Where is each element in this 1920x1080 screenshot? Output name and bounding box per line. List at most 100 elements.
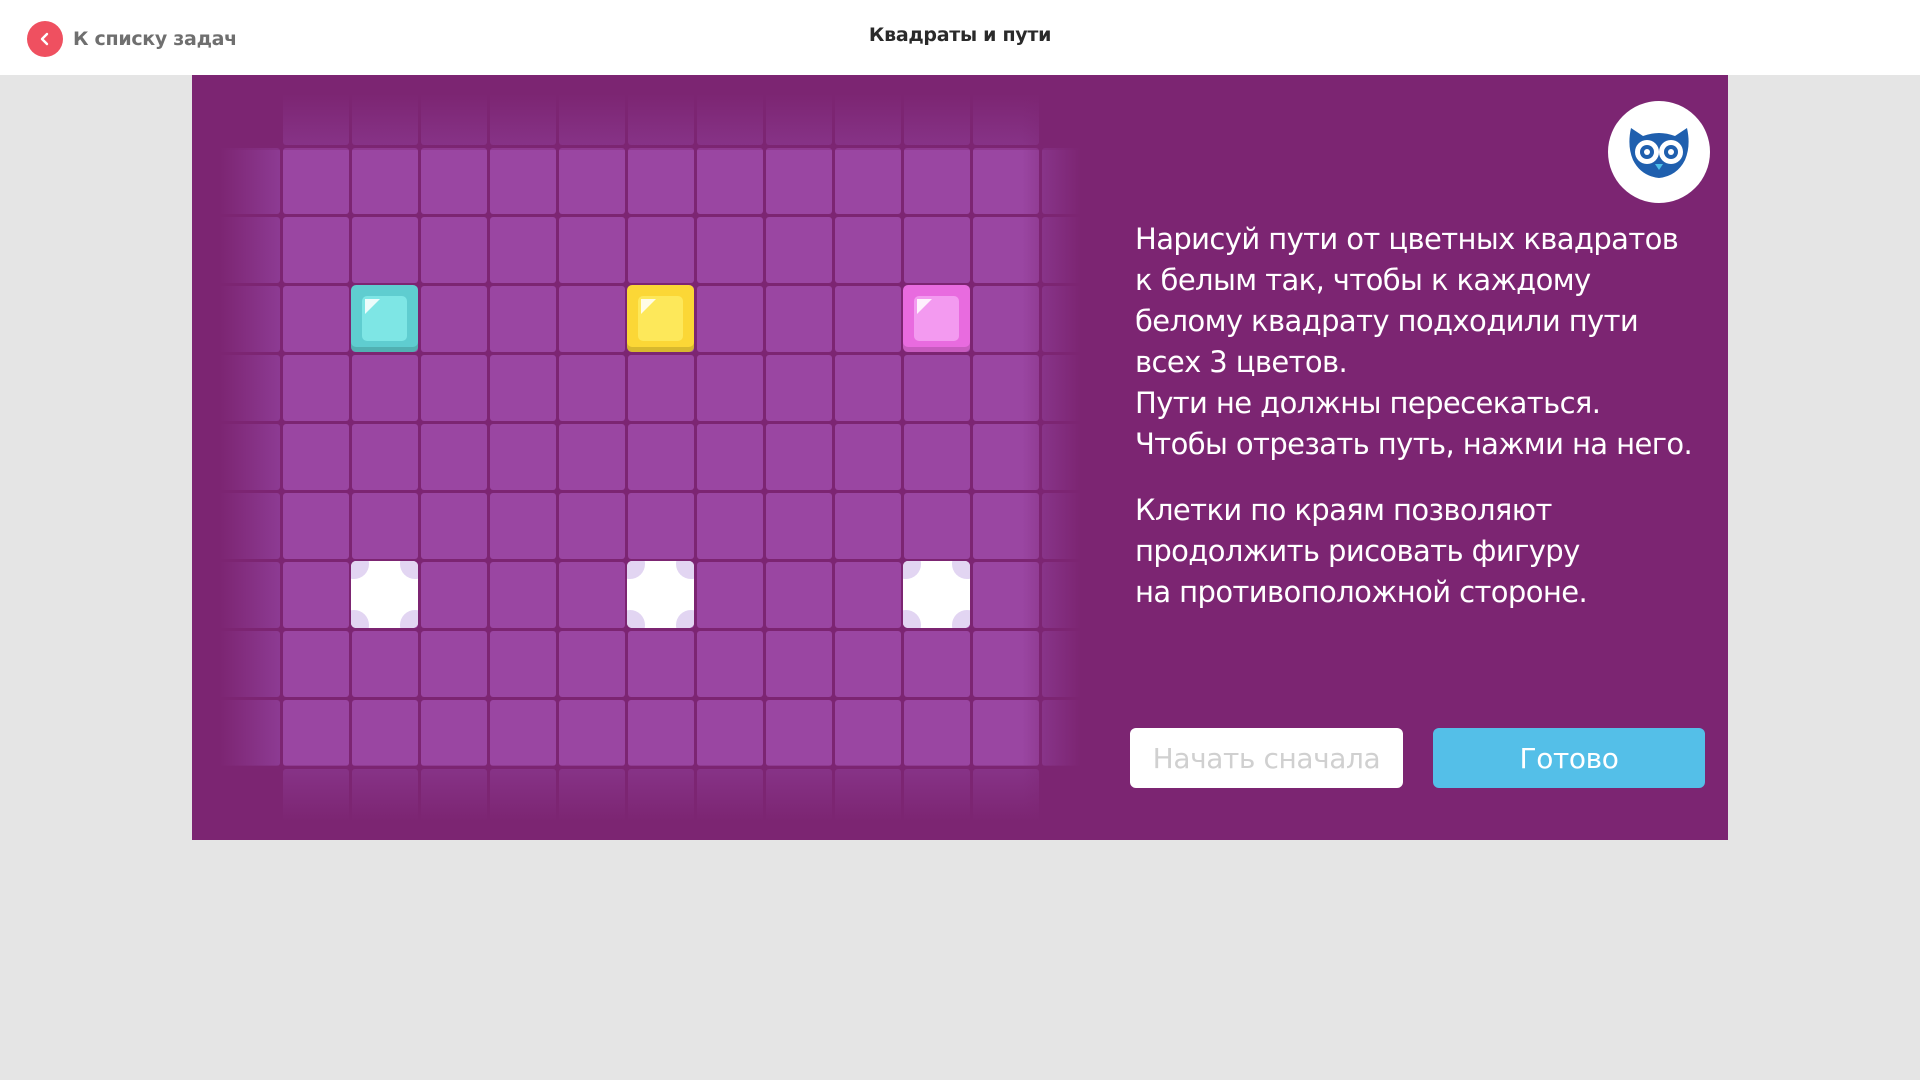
grid-cell[interactable] xyxy=(835,493,901,559)
grid-cell[interactable] xyxy=(697,286,763,352)
grid-cell[interactable] xyxy=(973,148,1039,214)
target-square-white[interactable] xyxy=(627,561,694,628)
grid-cell[interactable] xyxy=(973,217,1039,283)
grid-cell[interactable] xyxy=(835,148,901,214)
grid-cell[interactable] xyxy=(973,700,1039,766)
grid-cell[interactable] xyxy=(766,217,832,283)
grid-cell[interactable] xyxy=(628,217,694,283)
grid-cell[interactable] xyxy=(352,700,418,766)
grid-cell[interactable] xyxy=(973,424,1039,490)
grid-cell[interactable] xyxy=(697,424,763,490)
grid-cell[interactable] xyxy=(559,424,625,490)
grid-cell[interactable] xyxy=(973,493,1039,559)
grid-cell[interactable] xyxy=(283,700,349,766)
grid-cell[interactable] xyxy=(766,355,832,421)
grid-cell[interactable] xyxy=(697,355,763,421)
grid-cell[interactable] xyxy=(559,148,625,214)
grid-cell[interactable] xyxy=(421,700,487,766)
grid-cell[interactable] xyxy=(766,493,832,559)
grid-cell[interactable] xyxy=(283,148,349,214)
grid-cell[interactable] xyxy=(973,355,1039,421)
grid-cell[interactable] xyxy=(766,424,832,490)
grid-cell[interactable] xyxy=(352,631,418,697)
grid-cell[interactable] xyxy=(352,148,418,214)
grid-cell[interactable] xyxy=(490,148,556,214)
grid-cell[interactable] xyxy=(766,148,832,214)
grid-cell[interactable] xyxy=(490,700,556,766)
grid-cell[interactable] xyxy=(283,424,349,490)
grid-cell[interactable] xyxy=(490,286,556,352)
grid-cell[interactable] xyxy=(490,493,556,559)
grid-cell[interactable] xyxy=(490,631,556,697)
grid-cell[interactable] xyxy=(421,148,487,214)
grid-cell[interactable] xyxy=(283,355,349,421)
grid-cell[interactable] xyxy=(628,148,694,214)
grid-cell[interactable] xyxy=(766,562,832,628)
target-square-white[interactable] xyxy=(351,561,418,628)
restart-button[interactable]: Начать сначала xyxy=(1130,728,1403,788)
grid-cell[interactable] xyxy=(904,148,970,214)
grid-cell[interactable] xyxy=(904,217,970,283)
grid-cell[interactable] xyxy=(421,286,487,352)
source-square-cyan[interactable] xyxy=(351,285,418,352)
grid-cell[interactable] xyxy=(697,631,763,697)
grid-cell[interactable] xyxy=(904,700,970,766)
grid-cell[interactable] xyxy=(490,424,556,490)
grid-cell[interactable] xyxy=(490,355,556,421)
grid-cell[interactable] xyxy=(628,493,694,559)
grid-cell[interactable] xyxy=(697,493,763,559)
grid-cell[interactable] xyxy=(766,286,832,352)
grid-cell[interactable] xyxy=(283,286,349,352)
grid-cell[interactable] xyxy=(628,424,694,490)
grid-cell[interactable] xyxy=(904,355,970,421)
grid-cell[interactable] xyxy=(697,562,763,628)
grid-cell[interactable] xyxy=(490,562,556,628)
grid-cell[interactable] xyxy=(973,286,1039,352)
grid-cell[interactable] xyxy=(559,286,625,352)
grid-cell[interactable] xyxy=(835,700,901,766)
grid-cell[interactable] xyxy=(904,493,970,559)
grid-cell[interactable] xyxy=(559,217,625,283)
grid-cell[interactable] xyxy=(421,562,487,628)
grid-cell[interactable] xyxy=(835,424,901,490)
grid-cell[interactable] xyxy=(421,217,487,283)
grid-cell[interactable] xyxy=(283,631,349,697)
grid-cell[interactable] xyxy=(973,562,1039,628)
grid-cell[interactable] xyxy=(559,631,625,697)
source-square-yellow[interactable] xyxy=(627,285,694,352)
grid-cell[interactable] xyxy=(352,217,418,283)
grid-cell[interactable] xyxy=(904,631,970,697)
grid-cell[interactable] xyxy=(628,355,694,421)
grid-cell[interactable] xyxy=(352,493,418,559)
grid-cell[interactable] xyxy=(421,355,487,421)
grid-cell[interactable] xyxy=(766,700,832,766)
grid-cell[interactable] xyxy=(835,286,901,352)
grid-cell[interactable] xyxy=(835,631,901,697)
grid-cell[interactable] xyxy=(559,355,625,421)
grid-cell[interactable] xyxy=(835,562,901,628)
grid-cell[interactable] xyxy=(835,217,901,283)
grid-cell[interactable] xyxy=(697,217,763,283)
grid-cell[interactable] xyxy=(421,493,487,559)
grid-cell[interactable] xyxy=(904,424,970,490)
grid-cell[interactable] xyxy=(421,424,487,490)
grid-cell[interactable] xyxy=(766,631,832,697)
grid-cell[interactable] xyxy=(628,631,694,697)
grid-cell[interactable] xyxy=(352,355,418,421)
grid-cell[interactable] xyxy=(628,700,694,766)
grid-cell[interactable] xyxy=(421,631,487,697)
grid-cell[interactable] xyxy=(697,700,763,766)
grid-cell[interactable] xyxy=(973,631,1039,697)
grid-cell[interactable] xyxy=(835,355,901,421)
grid-cell[interactable] xyxy=(490,217,556,283)
grid-cell[interactable] xyxy=(697,148,763,214)
grid-cell[interactable] xyxy=(283,562,349,628)
done-button[interactable]: Готово xyxy=(1433,728,1705,788)
grid-cell[interactable] xyxy=(352,424,418,490)
grid-cell[interactable] xyxy=(559,700,625,766)
grid-cell[interactable] xyxy=(559,562,625,628)
grid-cell[interactable] xyxy=(283,217,349,283)
source-square-pink[interactable] xyxy=(903,285,970,352)
target-square-white[interactable] xyxy=(903,561,970,628)
grid-cell[interactable] xyxy=(283,493,349,559)
